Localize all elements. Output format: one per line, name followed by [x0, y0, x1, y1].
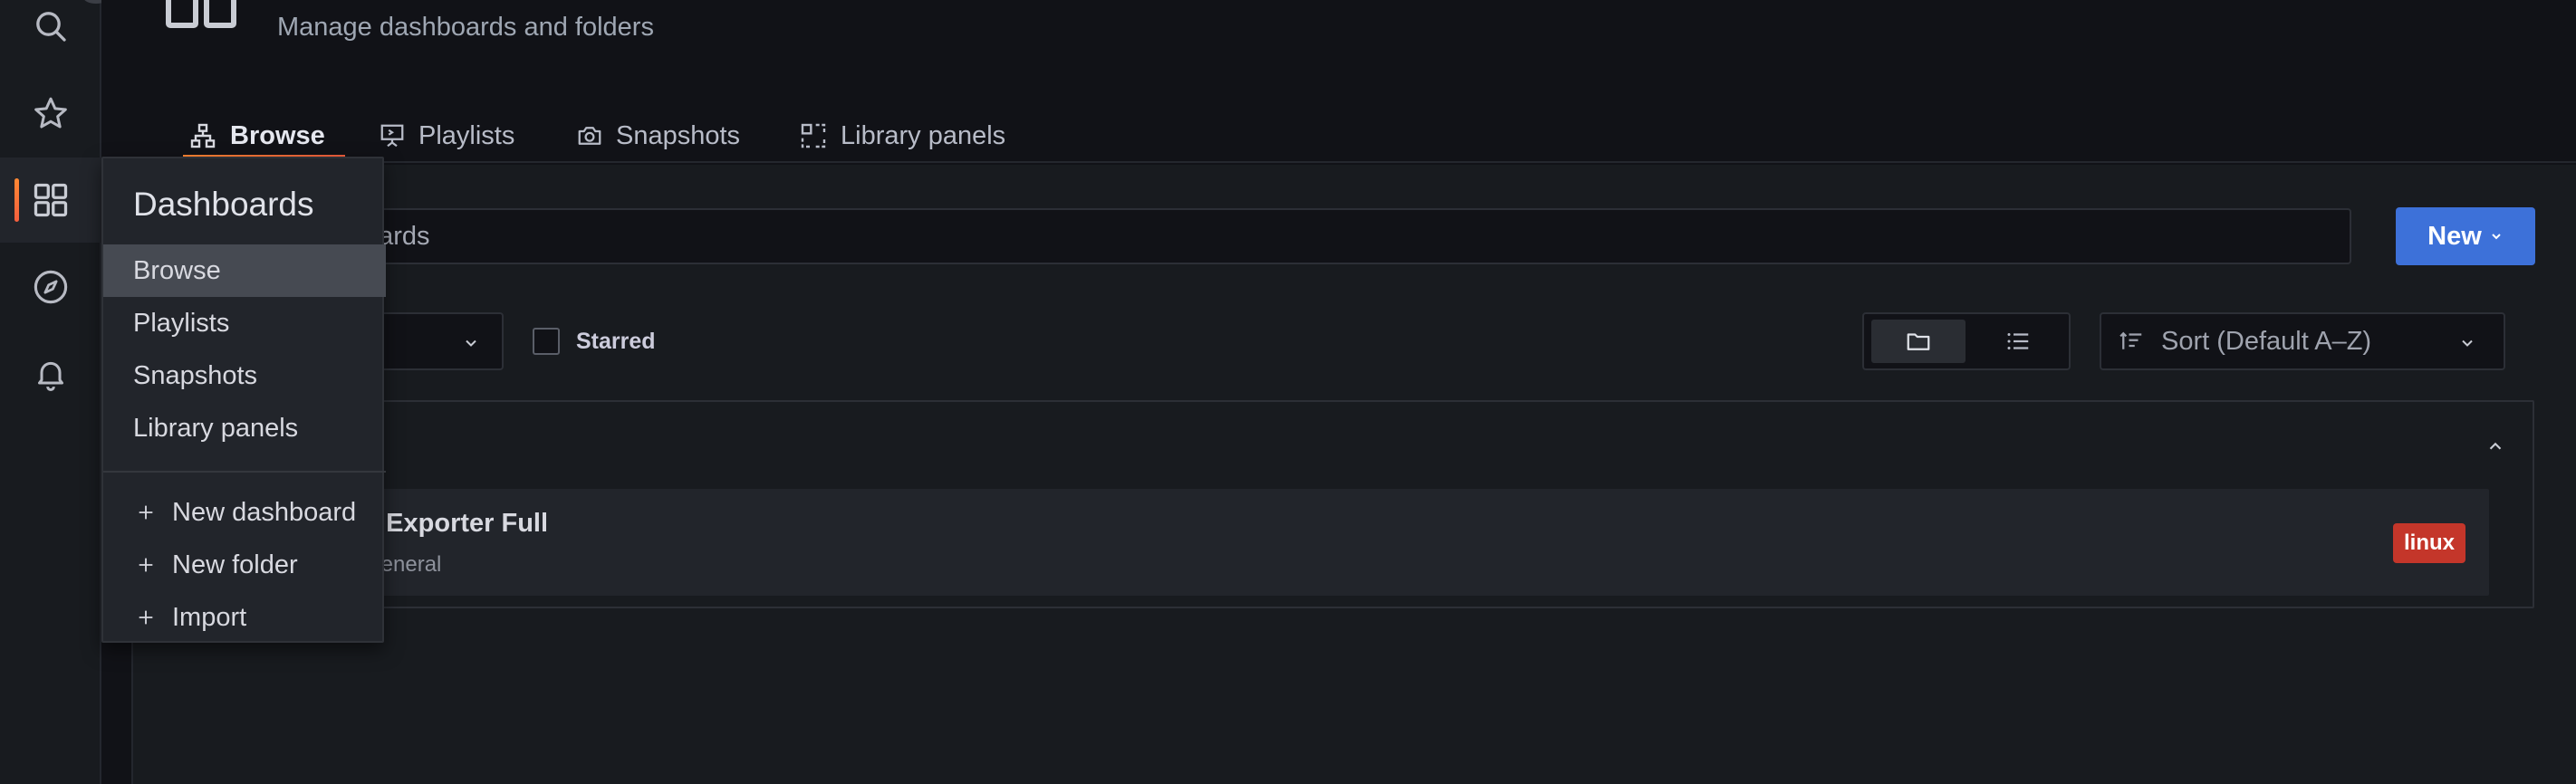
library-panels-icon	[801, 123, 826, 148]
dashboard-row[interactable]: e Exporter Full General linux	[364, 489, 2489, 596]
dashboard-title: e Exporter Full	[364, 509, 549, 538]
sidebar-item-dashboards[interactable]	[0, 158, 101, 243]
sidebar-item-starred[interactable]	[0, 71, 101, 156]
tab-label: Playlists	[418, 120, 515, 150]
bell-icon	[38, 361, 63, 391]
sort-label: Sort (Default A–Z)	[2161, 326, 2372, 356]
plus-icon	[139, 505, 153, 520]
folder-icon	[1907, 333, 1930, 350]
folder-section-general: e Exporter Full General linux	[362, 400, 2534, 608]
presentation-icon	[380, 124, 404, 148]
sitemap-icon	[190, 123, 216, 148]
menu-item-library-panels[interactable]: Library panels	[103, 402, 386, 454]
menu-divider	[103, 471, 386, 473]
apps-icon	[34, 183, 68, 217]
tab-label: Browse	[230, 120, 325, 150]
page-header: Manage dashboards and folders Browse Pla…	[101, 0, 2576, 163]
camera-icon	[578, 127, 601, 145]
search-input[interactable]: oards	[362, 208, 2351, 264]
list-view-button[interactable]	[1971, 320, 2065, 363]
tab-label: Library panels	[841, 120, 1006, 150]
menu-action-import[interactable]: Import	[103, 591, 386, 644]
menu-item-snapshots[interactable]: Snapshots	[103, 349, 386, 402]
sidebar	[0, 0, 109, 784]
dashboards-dropdown-menu: Dashboards Browse Playlists Snapshots Li…	[101, 157, 386, 644]
chevron-down-icon	[2492, 234, 2501, 240]
plus-icon	[139, 610, 153, 625]
starred-label: Starred	[576, 329, 656, 354]
chevron-up-icon[interactable]	[2485, 436, 2505, 456]
starred-checkbox[interactable]	[533, 328, 560, 355]
sidebar-item-alerting[interactable]	[0, 331, 101, 416]
folder-view-button[interactable]	[1871, 320, 1966, 363]
tab-playlists[interactable]: Playlists	[379, 110, 514, 161]
menu-action-label: New folder	[172, 550, 298, 579]
tab-snapshots[interactable]: Snapshots	[576, 110, 740, 161]
tag-badge[interactable]: linux	[2393, 523, 2466, 563]
menu-action-label: New dashboard	[172, 497, 357, 527]
tab-label: Snapshots	[616, 120, 741, 150]
star-icon	[34, 97, 67, 129]
sidebar-item-search[interactable]	[0, 0, 101, 69]
search-icon	[36, 12, 66, 42]
sort-amount-up-icon	[2119, 331, 2142, 349]
chevron-down-icon	[466, 339, 476, 347]
compass-icon	[34, 270, 68, 304]
menu-title: Dashboards	[133, 186, 314, 223]
menu-action-new-dashboard[interactable]: New dashboard	[103, 486, 386, 539]
tab-browse[interactable]: Browse	[183, 110, 345, 161]
sort-select[interactable]: Sort (Default A–Z)	[2100, 312, 2505, 370]
list-icon	[2007, 333, 2029, 349]
menu-item-browse[interactable]: Browse	[103, 244, 386, 297]
new-button-label: New	[2427, 221, 2482, 251]
dashboards-header-icon	[165, 0, 245, 31]
new-button[interactable]: New	[2396, 207, 2535, 265]
menu-action-label: Import	[172, 602, 247, 632]
plus-icon	[139, 558, 153, 572]
menu-item-playlists[interactable]: Playlists	[103, 297, 386, 349]
view-toggle	[1862, 312, 2071, 370]
sidebar-item-explore[interactable]	[0, 244, 101, 330]
chevron-down-icon	[2462, 339, 2473, 347]
page-subtitle: Manage dashboards and folders	[277, 13, 654, 42]
menu-action-new-folder[interactable]: New folder	[103, 539, 386, 591]
tab-library-panels[interactable]: Library panels	[799, 110, 1005, 161]
